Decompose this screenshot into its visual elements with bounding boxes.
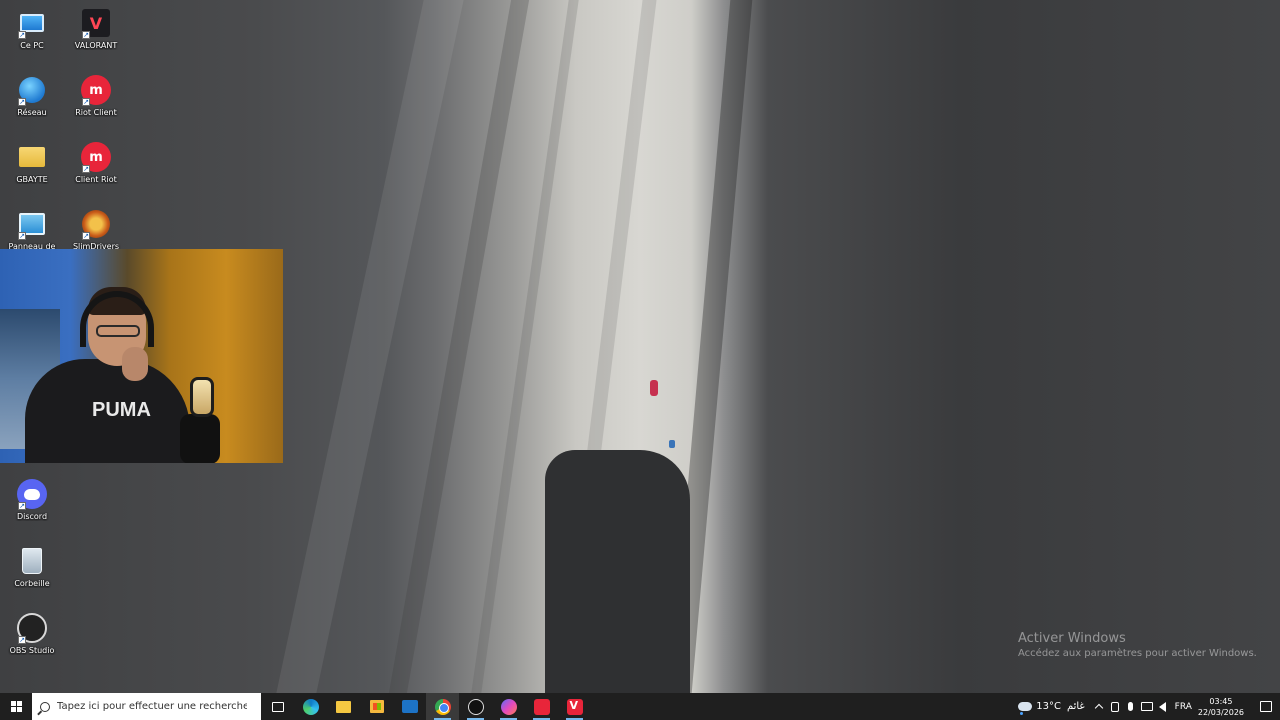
taskbar-search-box[interactable]: [32, 693, 261, 720]
windows-activation-watermark: Activer Windows Accédez aux paramètres p…: [1018, 631, 1257, 659]
tray-microphone-button[interactable]: [1123, 693, 1139, 720]
taskbar-app-messenger[interactable]: [492, 693, 525, 720]
riot-client-icon: m ↗: [81, 75, 111, 106]
webcam-person-glasses: [96, 325, 140, 337]
notification-icon: [1260, 701, 1272, 712]
webcam-person-hand: [122, 347, 148, 381]
folder-icon: [17, 142, 47, 172]
activation-title: Activer Windows: [1018, 631, 1126, 646]
task-view-button[interactable]: [261, 693, 294, 720]
microphone-icon: [190, 377, 214, 417]
recycle-bin-icon: [17, 546, 47, 576]
show-hidden-icons-button[interactable]: [1091, 693, 1107, 720]
mail-icon: [401, 700, 418, 713]
taskbar-app-riot-client[interactable]: [525, 693, 558, 720]
start-button[interactable]: [0, 693, 32, 720]
wallpaper-climber: [650, 380, 658, 396]
tray-network-button[interactable]: [1139, 693, 1155, 720]
obs-icon: [467, 698, 484, 715]
desktop-icon-label: Réseau: [17, 108, 47, 117]
desktop-icon-label: OBS Studio: [9, 646, 55, 655]
microphone-icon: [1128, 702, 1134, 711]
tray-device-button[interactable]: [1107, 693, 1123, 720]
search-icon: [40, 701, 50, 712]
desktop-icon-corbeille[interactable]: Corbeille: [0, 542, 64, 608]
webcam-shirt-logo: PUMA: [92, 399, 151, 421]
input-language-indicator[interactable]: FRA: [1175, 702, 1192, 712]
desktop-icon-label: VALORANT: [74, 41, 118, 50]
desktop-icon-obs-studio[interactable]: ↗ OBS Studio: [0, 609, 64, 675]
riot-client-icon: m ↗: [81, 142, 111, 173]
microsoft-store-icon: [369, 700, 384, 713]
webcam-overlay: PUMA: [0, 249, 283, 463]
desktop-icon-label: Ce PC: [20, 41, 44, 50]
desktop-icon-client-riot[interactable]: m ↗ Client Riot: [64, 138, 128, 204]
messenger-icon: [500, 698, 517, 715]
notification-center-button[interactable]: [1252, 693, 1280, 720]
wallpaper-rock-pillar: [545, 450, 690, 693]
network-icon: ↗: [17, 75, 47, 106]
edge-icon: [302, 698, 319, 715]
desktop-icon-gbayte[interactable]: GBAYTE: [0, 138, 64, 204]
search-input[interactable]: [57, 701, 247, 712]
computer-icon: ↗: [17, 8, 47, 39]
slimdrivers-icon: ↗: [81, 209, 111, 240]
chrome-icon: [434, 698, 451, 715]
taskbar-clock[interactable]: 03:45 22/03/2026: [1198, 696, 1244, 718]
activation-subtitle: Accédez aux paramètres pour activer Wind…: [1018, 648, 1257, 659]
system-tray: 13°C غائم FRA 03:45 22/03/2026: [1018, 693, 1280, 720]
weather-cloud-icon: [1018, 702, 1033, 715]
control-panel-icon: ↗: [17, 209, 47, 240]
valorant-icon: [566, 698, 583, 715]
microphone-arm: [180, 414, 220, 463]
wallpaper-rock-texture: [276, 0, 464, 693]
wallpaper-climber: [669, 440, 675, 448]
weather-temperature: 13°C: [1036, 701, 1061, 712]
desktop-icon-label: GBAYTE: [16, 175, 48, 184]
taskbar: 13°C غائم FRA 03:45 22/03/2026: [0, 693, 1280, 720]
desktop-icon-label: Corbeille: [14, 579, 50, 588]
taskbar-app-file-explorer[interactable]: [327, 693, 360, 720]
obs-icon: ↗: [17, 613, 47, 644]
desktop-icon-label: Riot Client: [75, 108, 117, 117]
riot-client-icon: [533, 698, 550, 715]
valorant-icon: V ↗: [81, 8, 111, 39]
desktop-icon-valorant[interactable]: V ↗ VALORANT: [64, 4, 128, 70]
chevron-up-icon: [1094, 703, 1103, 713]
file-explorer-icon: [336, 700, 351, 713]
desktop-icon-label: Client Riot: [75, 175, 117, 184]
taskbar-app-chrome[interactable]: [426, 693, 459, 720]
windows-logo-icon: [10, 701, 22, 712]
clock-date: 22/03/2026: [1197, 707, 1244, 717]
taskbar-app-mail[interactable]: [393, 693, 426, 720]
clock-time: 03:45: [1209, 696, 1233, 706]
discord-icon: ↗: [17, 479, 47, 510]
desktop-icon-reseau[interactable]: ↗ Réseau: [0, 71, 64, 137]
weather-condition: غائم: [1066, 701, 1085, 712]
taskbar-app-obs[interactable]: [459, 693, 492, 720]
desktop-icon-riot-client[interactable]: m ↗ Riot Client: [64, 71, 128, 137]
desktop-icon-discord[interactable]: ↗ Discord: [0, 475, 64, 541]
desktop-icon-ce-pc[interactable]: ↗ Ce PC: [0, 4, 64, 70]
volume-icon: [1159, 701, 1167, 712]
taskbar-app-edge[interactable]: [294, 693, 327, 720]
task-view-icon: [271, 701, 284, 712]
tray-volume-button[interactable]: [1155, 693, 1171, 720]
taskbar-app-valorant[interactable]: [558, 693, 591, 720]
desktop-icon-label: Discord: [16, 512, 48, 521]
network-icon: [1140, 702, 1153, 711]
weather-widget[interactable]: 13°C غائم: [1018, 701, 1085, 715]
taskbar-app-store[interactable]: [360, 693, 393, 720]
device-icon: [1110, 701, 1119, 712]
